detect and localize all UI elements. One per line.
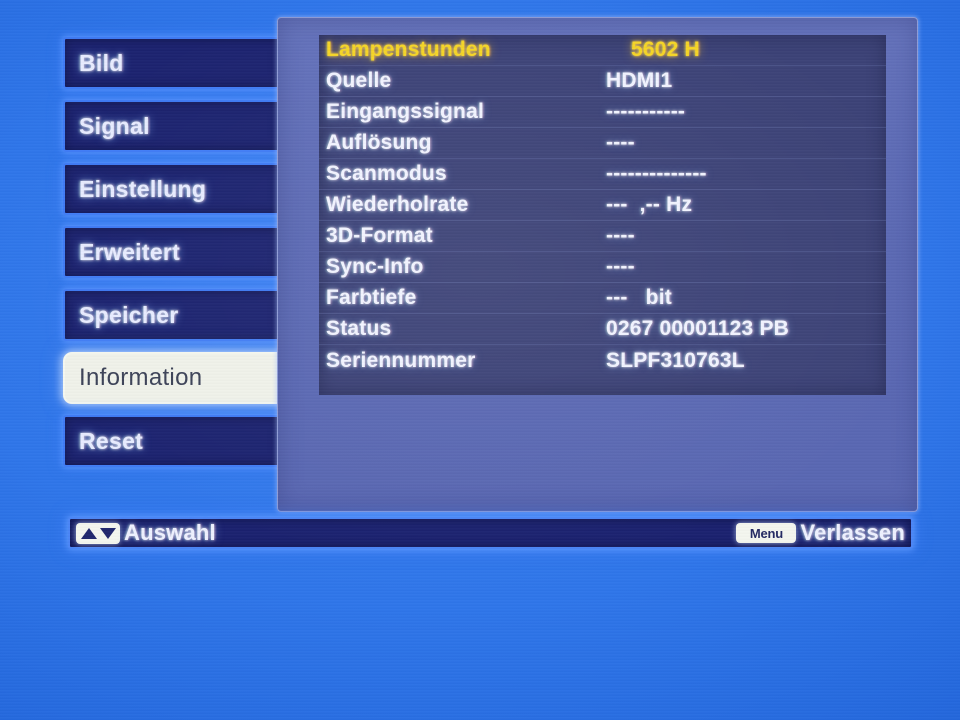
info-label: Seriennummer xyxy=(326,348,476,372)
sidebar-item-information[interactable]: Information xyxy=(63,352,297,404)
info-label: Lampenstunden xyxy=(326,38,491,61)
hint-select: Auswahl xyxy=(76,520,216,546)
info-label: Farbtiefe xyxy=(326,286,417,309)
info-value: ---- xyxy=(606,255,635,278)
information-list: Lampenstunden 5602 H Quelle HDMI1 Eingan… xyxy=(319,35,886,395)
sidebar-item-speicher[interactable]: Speicher xyxy=(63,289,281,341)
sidebar-item-label: Bild xyxy=(79,49,124,76)
info-label: Sync-Info xyxy=(326,255,424,278)
info-row-eingangssignal: Eingangssignal ----------- xyxy=(319,97,886,128)
sidebar-item-bild[interactable]: Bild xyxy=(63,37,281,89)
info-value: ----------- xyxy=(606,100,686,123)
info-row-seriennummer: Seriennummer SLPF310763L xyxy=(319,345,886,376)
info-row-wiederholrate: Wiederholrate --- ,-- Hz xyxy=(319,190,886,221)
info-label: Eingangssignal xyxy=(326,100,484,123)
info-label: Quelle xyxy=(326,69,392,92)
information-panel: Lampenstunden 5602 H Quelle HDMI1 Eingan… xyxy=(277,17,918,512)
info-label: Scanmodus xyxy=(326,162,447,185)
info-row-quelle: Quelle HDMI1 xyxy=(319,66,886,97)
sidebar-item-signal[interactable]: Signal xyxy=(63,100,281,152)
info-value: HDMI1 xyxy=(606,69,673,92)
info-value: ---- xyxy=(606,131,635,154)
sidebar-item-label: Speicher xyxy=(79,301,179,328)
info-row-3d-format: 3D-Format ---- xyxy=(319,221,886,252)
osd-hint-bar: Auswahl Menu Verlassen xyxy=(68,517,913,549)
info-row-status: Status 0267 00001123 PB xyxy=(319,314,886,345)
triangle-up-icon xyxy=(80,527,97,539)
hint-select-label: Auswahl xyxy=(124,520,216,545)
info-row-farbtiefe: Farbtiefe --- bit xyxy=(319,283,886,314)
info-label: 3D-Format xyxy=(326,224,433,247)
info-value: -------------- xyxy=(606,162,707,185)
info-value: SLPF310763L xyxy=(606,348,745,372)
info-label: Wiederholrate xyxy=(326,193,469,216)
hint-exit-label: Verlassen xyxy=(800,520,905,545)
sidebar-item-reset[interactable]: Reset xyxy=(63,415,281,467)
info-row-aufloesung: Auflösung ---- xyxy=(319,128,886,159)
sidebar-item-label: Einstellung xyxy=(79,175,207,202)
sidebar-item-einstellung[interactable]: Einstellung xyxy=(63,163,281,215)
info-row-lampenstunden: Lampenstunden 5602 H xyxy=(319,35,886,66)
up-down-arrows-icon xyxy=(76,522,120,544)
info-row-scanmodus: Scanmodus -------------- xyxy=(319,159,886,190)
sidebar-item-label: Information xyxy=(79,364,203,391)
info-label: Status xyxy=(326,317,392,340)
osd-sidebar-menu: Bild Signal Einstellung Erweitert Speich… xyxy=(63,37,297,478)
sidebar-item-erweitert[interactable]: Erweitert xyxy=(63,226,281,278)
info-value: 0267 00001123 PB xyxy=(606,317,790,340)
info-value: --- ,-- Hz xyxy=(606,193,693,216)
menu-key-badge: Menu xyxy=(736,523,797,543)
projector-osd-screen: Bild Signal Einstellung Erweitert Speich… xyxy=(0,0,960,720)
info-value: ---- xyxy=(606,224,635,247)
info-value: 5602 H xyxy=(631,38,700,61)
menu-key-label: Menu xyxy=(749,525,784,541)
triangle-down-icon xyxy=(99,527,116,539)
sidebar-item-label: Erweitert xyxy=(79,238,181,265)
info-row-sync-info: Sync-Info ---- xyxy=(319,252,886,283)
sidebar-item-label: Reset xyxy=(79,427,144,454)
info-value: --- bit xyxy=(606,286,672,309)
hint-exit: Menu Verlassen xyxy=(736,520,905,546)
sidebar-item-label: Signal xyxy=(79,112,150,139)
info-label: Auflösung xyxy=(326,131,432,154)
